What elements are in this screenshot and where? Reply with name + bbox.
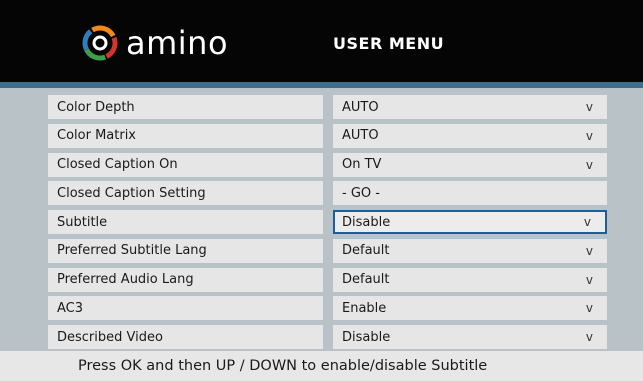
setting-value-select[interactable]: Default v (333, 238, 607, 263)
brand-name: amino (126, 24, 229, 62)
setting-value: Disable (342, 329, 391, 345)
chevron-down-icon: v (585, 243, 593, 258)
menu-title: USER MENU (333, 34, 445, 53)
setting-row[interactable]: Closed Caption Setting - GO - (48, 181, 608, 206)
setting-value-select[interactable]: Default v (333, 267, 607, 292)
setting-row[interactable]: Color Depth AUTO v (48, 95, 608, 119)
help-text: Press OK and then UP / DOWN to enable/di… (78, 358, 488, 374)
setting-label: Subtitle (48, 210, 323, 234)
setting-row[interactable]: Closed Caption On On TV v (48, 152, 608, 177)
setting-value-select[interactable]: Enable v (333, 296, 607, 321)
setting-value: Enable (342, 300, 387, 316)
chevron-down-icon: v (585, 157, 593, 172)
help-footer: Press OK and then UP / DOWN to enable/di… (0, 351, 643, 381)
chevron-down-icon: v (585, 330, 593, 344)
setting-row[interactable]: Subtitle Disable v (48, 210, 608, 234)
setting-value: Default (342, 243, 390, 259)
header-accent-strip (0, 82, 643, 88)
setting-value-select[interactable]: Disable v (333, 325, 607, 349)
setting-row[interactable]: Color Matrix AUTO v (48, 123, 608, 148)
chevron-down-icon: v (585, 100, 593, 114)
setting-value: Default (342, 272, 390, 287)
setting-value-select[interactable]: - GO - (333, 181, 607, 206)
setting-value-select[interactable]: AUTO v (333, 95, 607, 119)
setting-value-select[interactable]: Disable v (333, 210, 607, 234)
setting-value: Disable (342, 214, 391, 230)
setting-label: Closed Caption Setting (48, 181, 323, 206)
setting-value-select[interactable]: AUTO v (333, 123, 607, 148)
setting-label: Color Depth (48, 95, 323, 119)
setting-row[interactable]: Preferred Audio Lang Default v (48, 267, 608, 292)
chevron-down-icon: v (585, 272, 593, 287)
settings-list: Color Depth AUTO v Color Matrix AUTO v C… (48, 95, 608, 354)
setting-label: Closed Caption On (48, 152, 323, 177)
setting-value: AUTO (342, 128, 379, 144)
setting-label: Preferred Subtitle Lang (48, 238, 323, 263)
setting-value-select[interactable]: On TV v (333, 152, 607, 177)
header-bar: amino USER MENU (0, 0, 643, 82)
setting-label: Described Video (48, 325, 323, 349)
setting-label: Color Matrix (48, 123, 323, 148)
amino-logo: amino (80, 20, 228, 66)
setting-label: Preferred Audio Lang (48, 267, 323, 292)
setting-value: On TV (342, 157, 382, 172)
chevron-down-icon: v (583, 215, 591, 229)
setting-value: AUTO (342, 99, 379, 115)
user-menu-screen: amino USER MENU Color Depth AUTO v Color… (0, 0, 643, 381)
setting-row[interactable]: Preferred Subtitle Lang Default v (48, 238, 608, 263)
setting-row[interactable]: Described Video Disable v (48, 325, 608, 349)
chevron-down-icon: v (585, 301, 593, 316)
amino-logo-icon (82, 25, 118, 61)
setting-row[interactable]: AC3 Enable v (48, 296, 608, 321)
setting-label: AC3 (48, 296, 323, 321)
setting-value: - GO - (342, 185, 380, 201)
chevron-down-icon: v (585, 128, 593, 143)
